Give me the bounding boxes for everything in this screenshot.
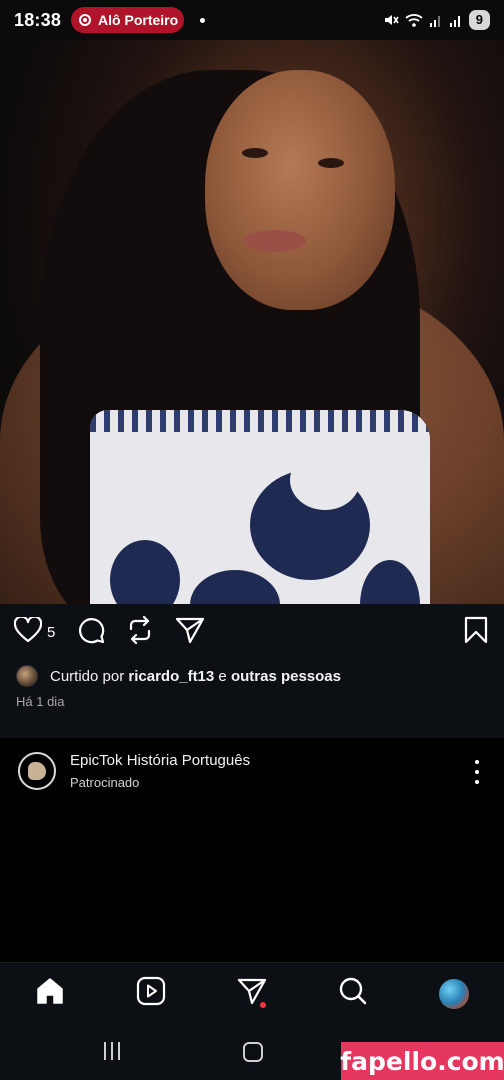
bottom-nav bbox=[0, 962, 504, 1024]
photo-dress bbox=[90, 410, 430, 604]
photo-lips bbox=[244, 230, 306, 252]
status-time: 18:38 bbox=[14, 9, 62, 30]
unread-dot-icon bbox=[259, 1001, 266, 1008]
nav-search[interactable] bbox=[333, 974, 373, 1014]
dress-flower-center bbox=[290, 450, 360, 510]
sponsor-account-name[interactable]: EpicTok História Português bbox=[70, 752, 250, 769]
profile-avatar bbox=[438, 978, 469, 1009]
post-photo[interactable] bbox=[0, 40, 504, 604]
mute-icon bbox=[383, 12, 399, 28]
liked-by-username[interactable]: ricardo_ft13 bbox=[128, 668, 214, 685]
record-icon bbox=[79, 14, 92, 26]
nav-home[interactable] bbox=[30, 974, 70, 1014]
comment-icon bbox=[77, 616, 105, 649]
share-button[interactable] bbox=[175, 616, 205, 649]
sponsor-avatar[interactable] bbox=[18, 752, 56, 790]
notification-app-label: Alô Porteiro bbox=[98, 12, 179, 28]
more-options-icon[interactable] bbox=[472, 760, 482, 784]
nav-profile[interactable] bbox=[434, 974, 474, 1014]
system-home-button[interactable] bbox=[243, 1042, 263, 1062]
reels-icon bbox=[136, 976, 166, 1011]
repost-icon bbox=[127, 615, 153, 649]
liker-avatar[interactable] bbox=[16, 665, 38, 687]
liked-by-prefix: Curtido por bbox=[50, 667, 129, 685]
nav-reels[interactable] bbox=[131, 974, 171, 1014]
signal-icon bbox=[429, 12, 443, 28]
signal-icon bbox=[449, 12, 463, 28]
notification-dot-icon bbox=[200, 17, 206, 23]
watermark: fapello.com bbox=[340, 1042, 504, 1080]
bookmark-icon bbox=[464, 616, 488, 649]
sponsored-post: EpicTok História Português Patrocinado bbox=[0, 740, 504, 962]
dress-trim bbox=[90, 410, 430, 432]
like-count[interactable]: 5 bbox=[47, 624, 55, 641]
liked-by-others-link[interactable]: outras pessoas bbox=[231, 668, 341, 685]
repost-button[interactable] bbox=[127, 615, 153, 649]
sponsor-logo-icon bbox=[28, 762, 46, 780]
liked-by-row[interactable]: Curtido por ricardo_ft13 e outras pessoa… bbox=[0, 660, 504, 692]
search-icon bbox=[338, 976, 368, 1011]
post-timestamp-text: Há 1 dia bbox=[16, 694, 65, 709]
status-bar: 18:38 Alô Porteiro 9 bbox=[0, 0, 504, 40]
comment-button[interactable] bbox=[77, 616, 105, 649]
liked-by-joiner: e bbox=[214, 667, 231, 685]
save-button[interactable] bbox=[464, 616, 488, 649]
photo-eye bbox=[318, 158, 344, 168]
status-icons: 9 bbox=[383, 10, 490, 30]
dress-leaf bbox=[110, 540, 180, 604]
send-icon bbox=[175, 616, 205, 649]
like-button[interactable]: 5 bbox=[13, 615, 55, 648]
battery-icon: 9 bbox=[468, 10, 490, 30]
notification-pill[interactable]: Alô Porteiro bbox=[71, 7, 185, 33]
post-timestamp: Há 1 dia bbox=[0, 692, 504, 738]
post-actions: 5 bbox=[0, 604, 504, 660]
recent-apps-button[interactable] bbox=[104, 1042, 120, 1060]
nav-direct[interactable] bbox=[232, 974, 272, 1014]
sponsored-label: Patrocinado bbox=[70, 775, 140, 790]
heart-icon bbox=[13, 615, 43, 648]
dress-leaf bbox=[360, 560, 420, 604]
dress-leaf bbox=[190, 570, 280, 604]
home-icon bbox=[35, 976, 65, 1011]
liked-by-text: Curtido por ricardo_ft13 e outras pessoa… bbox=[50, 668, 341, 685]
wifi-icon bbox=[405, 12, 423, 28]
photo-eye bbox=[242, 148, 268, 158]
photo-face bbox=[205, 70, 395, 310]
